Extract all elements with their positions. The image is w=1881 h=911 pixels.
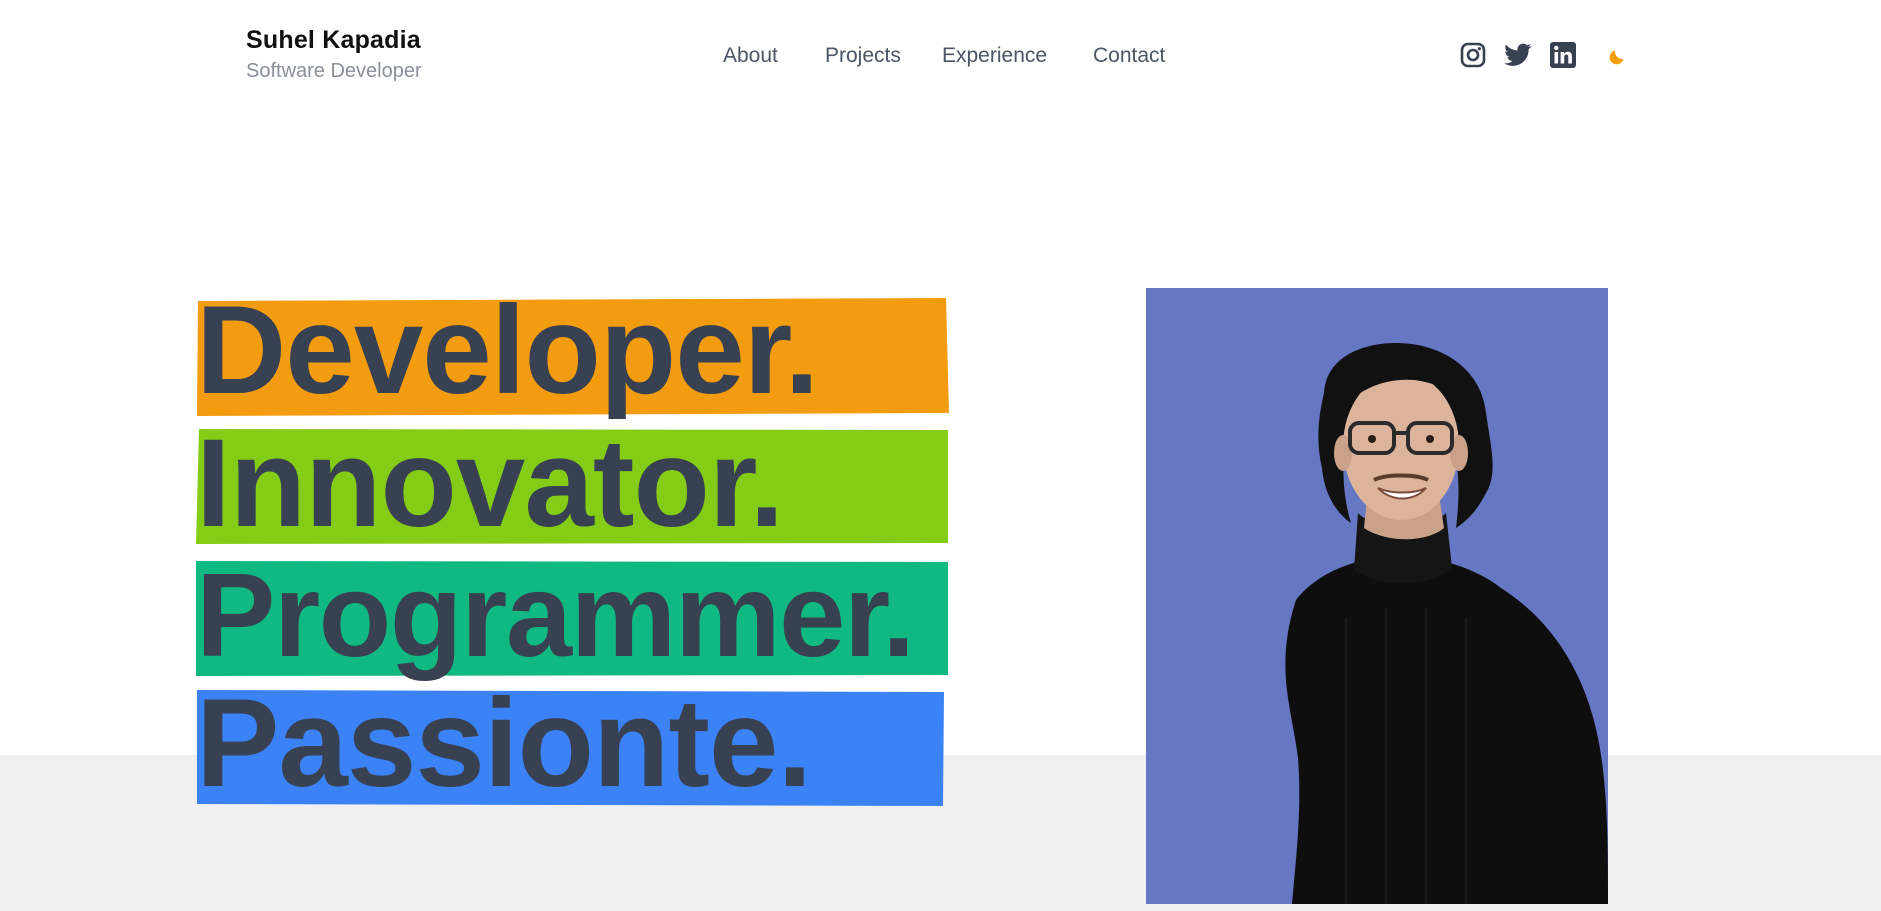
hero-word-passionte: Passionte. <box>196 681 950 806</box>
linkedin-icon[interactable] <box>1548 40 1578 70</box>
nav-link-contact[interactable]: Contact <box>1093 42 1165 70</box>
nav-link-about[interactable]: About <box>723 42 778 70</box>
page: Suhel Kapadia Software Developer About P… <box>0 0 1881 911</box>
hero-word-developer: Developer. <box>196 288 950 416</box>
hero-word-developer-text: Developer. <box>196 281 819 420</box>
main-nav: About Projects Experience Contact <box>0 42 1881 72</box>
hero-word-passionte-text: Passionte. <box>196 674 812 813</box>
nav-link-experience[interactable]: Experience <box>942 42 1047 70</box>
theme-toggle-button[interactable] <box>1606 44 1630 68</box>
profile-photo-figure <box>1285 343 1608 904</box>
hero-word-programmer-text: Programmer. <box>196 549 915 682</box>
hero-word-programmer: Programmer. <box>196 549 952 682</box>
nav-link-projects[interactable]: Projects <box>825 42 901 70</box>
hero-word-innovator-text: Innovator. <box>196 414 784 553</box>
profile-photo <box>1146 288 1608 904</box>
instagram-icon[interactable] <box>1458 40 1488 70</box>
twitter-icon[interactable] <box>1503 40 1533 70</box>
moon-icon <box>1609 50 1624 65</box>
hero-word-innovator: Innovator. <box>196 414 952 553</box>
